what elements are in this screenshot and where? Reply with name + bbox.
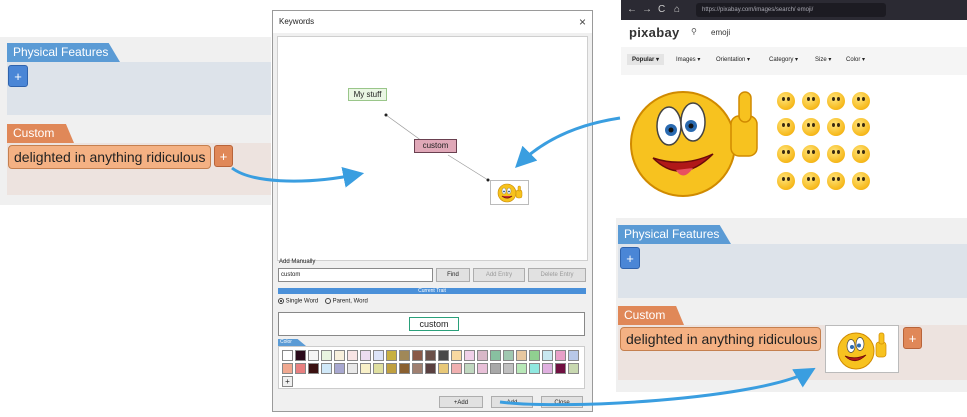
arrow-chip-to-dialog — [231, 166, 365, 188]
arrow-browser-to-graph — [515, 116, 621, 168]
flow-arrows — [231, 116, 816, 407]
arrow-add-to-panel — [499, 367, 816, 407]
